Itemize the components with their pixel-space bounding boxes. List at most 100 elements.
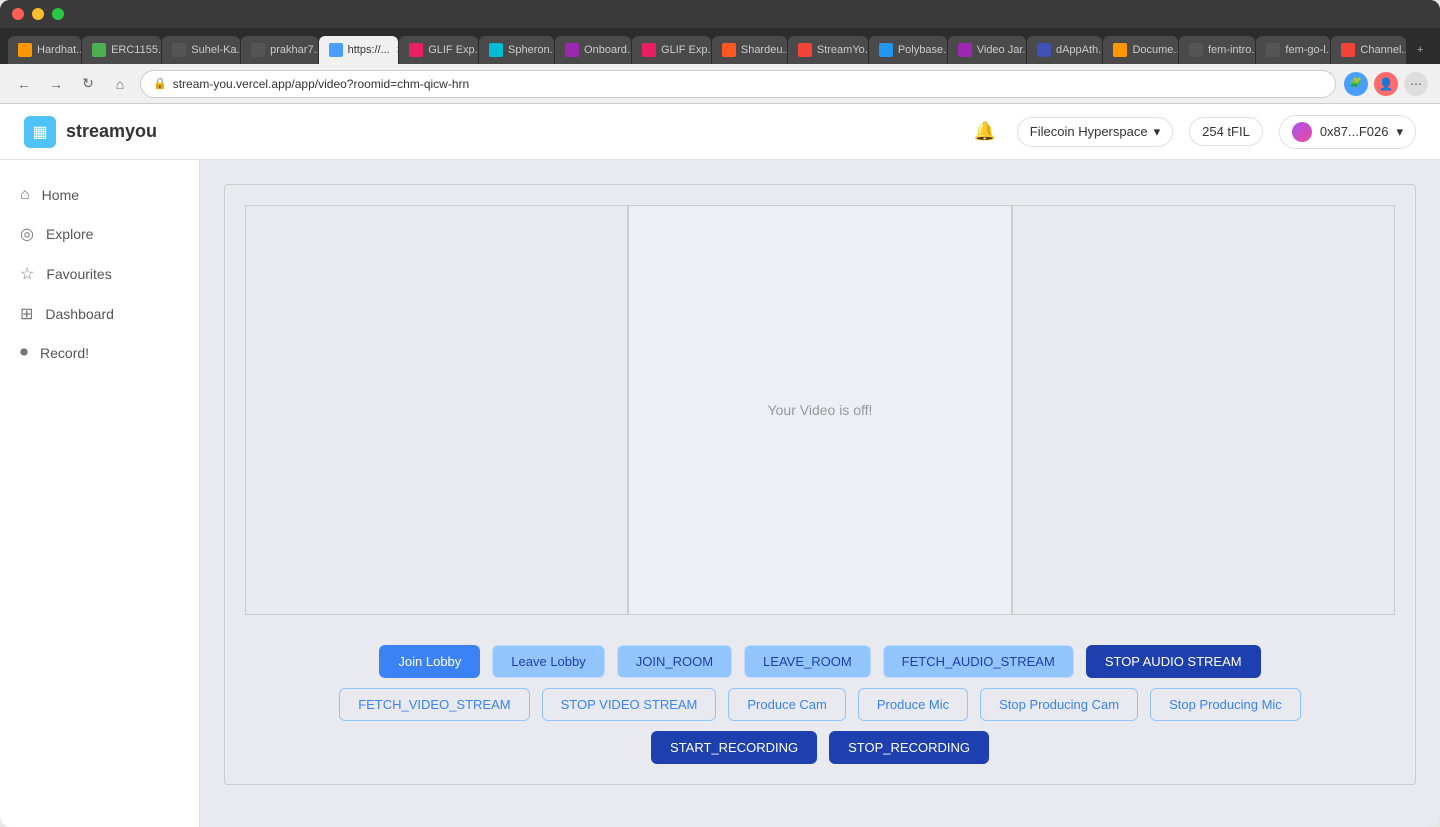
video-panel-main: Your Video is off! <box>628 205 1011 615</box>
join-room-button[interactable]: JOIN_ROOM <box>617 645 732 678</box>
browser-tab[interactable]: StreamYo... <box>788 36 868 64</box>
tab-label: https://... <box>348 44 390 56</box>
produce-mic-button[interactable]: Produce Mic <box>858 688 968 721</box>
maximize-button[interactable] <box>52 8 64 20</box>
browser-tab[interactable]: prakhar7... <box>241 36 317 64</box>
browser-tab[interactable]: Polybase... <box>869 36 947 64</box>
tab-label: fem-go-l... <box>1285 44 1330 56</box>
fetch-video-stream-button[interactable]: FETCH_VIDEO_STREAM <box>339 688 529 721</box>
browser-tab[interactable]: GLIF Exp... <box>399 36 478 64</box>
leave-room-button[interactable]: LEAVE_ROOM <box>744 645 871 678</box>
tab-label: Channel... <box>1360 44 1406 56</box>
tab-favicon <box>958 43 972 57</box>
browser-tab[interactable]: fem-intro... <box>1179 36 1255 64</box>
tab-label: Hardhat... <box>37 44 81 56</box>
sidebar-item-explore[interactable]: ◎ Explore <box>0 214 199 254</box>
sidebar-item-label: Explore <box>46 226 93 242</box>
browser-tab[interactable]: Channel... <box>1331 36 1406 64</box>
tab-favicon <box>1341 43 1355 57</box>
browser-tab[interactable]: GLIF Exp... <box>632 36 711 64</box>
tab-favicon <box>409 43 423 57</box>
home-button[interactable]: ⌂ <box>108 72 132 96</box>
forward-button[interactable]: → <box>44 72 68 96</box>
browser-tab[interactable]: dAppAth... <box>1027 36 1102 64</box>
lock-icon: 🔒 <box>153 77 167 90</box>
sidebar-item-record[interactable]: ⏺ Record! <box>0 334 199 372</box>
sidebar: ⌂ Home ◎ Explore ☆ Favourites ⊞ Dashboar… <box>0 160 200 827</box>
logo-text: streamyou <box>66 121 157 142</box>
extensions-button[interactable]: 🧩 <box>1344 72 1368 96</box>
tab-favicon <box>1266 43 1280 57</box>
app-logo: ▦ streamyou <box>24 116 157 148</box>
favourites-icon: ☆ <box>20 264 34 284</box>
video-off-text: Your Video is off! <box>768 402 873 418</box>
wallet-avatar <box>1292 122 1312 142</box>
browser-tab[interactable]: Spheron... <box>479 36 554 64</box>
settings-icon[interactable]: ⋯ <box>1404 72 1428 96</box>
sidebar-item-label: Dashboard <box>45 306 114 322</box>
back-button[interactable]: ← <box>12 72 36 96</box>
record-icon: ⏺ <box>20 344 28 362</box>
profile-button[interactable]: 👤 <box>1374 72 1398 96</box>
browser-tab[interactable]: Suhel-Ka... <box>162 36 240 64</box>
tab-label: Polybase... <box>898 44 947 56</box>
browser-tab[interactable]: ERC1155... <box>82 36 161 64</box>
balance-display: 254 tFIL <box>1189 117 1263 146</box>
chevron-down-icon: ▾ <box>1396 124 1403 140</box>
close-button[interactable] <box>12 8 24 20</box>
tab-label: Suhel-Ka... <box>191 44 240 56</box>
browser-tab[interactable]: fem-go-l... <box>1256 36 1330 64</box>
tab-label: fem-intro... <box>1208 44 1255 56</box>
toolbar-actions: 🧩 👤 ⋯ <box>1344 72 1428 96</box>
tab-label: Docume... <box>1132 44 1178 56</box>
controls-row-1: Join Lobby Leave Lobby JOIN_ROOM LEAVE_R… <box>379 645 1260 678</box>
tab-favicon <box>642 43 656 57</box>
logo-icon: ▦ <box>24 116 56 148</box>
tab-favicon <box>722 43 736 57</box>
address-bar[interactable]: 🔒 stream-you.vercel.app/app/video?roomid… <box>140 70 1336 98</box>
main-layout: ⌂ Home ◎ Explore ☆ Favourites ⊞ Dashboar… <box>0 160 1440 827</box>
tab-favicon <box>251 43 265 57</box>
tab-label: Shardeu... <box>741 44 787 56</box>
stop-recording-button[interactable]: STOP_RECORDING <box>829 731 989 764</box>
sidebar-item-label: Home <box>42 187 79 203</box>
sidebar-item-dashboard[interactable]: ⊞ Dashboard <box>0 294 199 334</box>
sidebar-item-label: Favourites <box>46 266 111 282</box>
content-area: Your Video is off! Join Lobby Leave Lobb… <box>200 160 1440 827</box>
stop-producing-cam-button[interactable]: Stop Producing Cam <box>980 688 1138 721</box>
browser-tab-active[interactable]: https://... ✕ <box>319 36 399 64</box>
tab-label: prakhar7... <box>270 44 317 56</box>
tab-favicon <box>798 43 812 57</box>
video-grid: Your Video is off! <box>245 205 1395 615</box>
reload-button[interactable]: ↻ <box>76 72 100 96</box>
new-tab-button[interactable]: + <box>1407 36 1432 64</box>
tab-favicon <box>92 43 106 57</box>
tab-favicon <box>1113 43 1127 57</box>
sidebar-item-label: Record! <box>40 345 89 361</box>
sidebar-item-favourites[interactable]: ☆ Favourites <box>0 254 199 294</box>
start-recording-button[interactable]: START_RECORDING <box>651 731 817 764</box>
tab-label: dAppAth... <box>1056 44 1102 56</box>
browser-tab[interactable]: Hardhat... <box>8 36 81 64</box>
stop-video-stream-button[interactable]: STOP VIDEO STREAM <box>542 688 717 721</box>
produce-cam-button[interactable]: Produce Cam <box>728 688 845 721</box>
tab-favicon <box>1189 43 1203 57</box>
wallet-address[interactable]: 0x87...F026 ▾ <box>1279 115 1416 149</box>
stop-producing-mic-button[interactable]: Stop Producing Mic <box>1150 688 1301 721</box>
network-selector[interactable]: Filecoin Hyperspace ▾ <box>1017 117 1173 147</box>
sidebar-item-home[interactable]: ⌂ Home <box>0 176 199 214</box>
network-label: Filecoin Hyperspace <box>1030 124 1148 139</box>
tab-label: ERC1155... <box>111 44 161 56</box>
browser-tab[interactable]: Docume... <box>1103 36 1178 64</box>
fetch-audio-stream-button[interactable]: FETCH_AUDIO_STREAM <box>883 645 1074 678</box>
browser-tab[interactable]: Shardeu... <box>712 36 787 64</box>
minimize-button[interactable] <box>32 8 44 20</box>
notification-button[interactable]: 🔔 <box>969 116 1001 148</box>
stop-audio-stream-button[interactable]: STOP AUDIO STREAM <box>1086 645 1261 678</box>
new-tab-icon: + <box>1417 44 1423 56</box>
join-lobby-button[interactable]: Join Lobby <box>379 645 480 678</box>
browser-tab[interactable]: Video Jar... <box>948 36 1026 64</box>
browser-tab[interactable]: Onboard... <box>555 36 631 64</box>
tab-close-icon[interactable]: ✕ <box>396 45 398 56</box>
leave-lobby-button[interactable]: Leave Lobby <box>492 645 604 678</box>
